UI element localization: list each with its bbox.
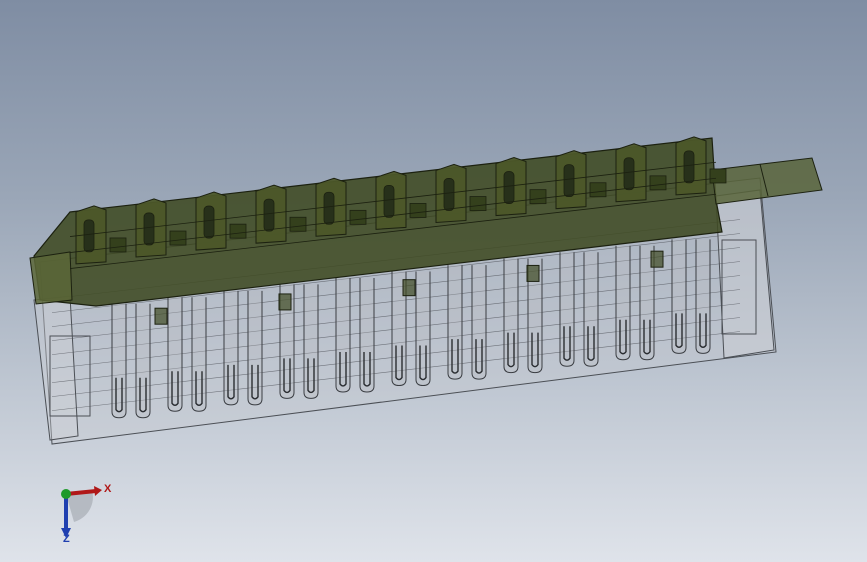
- contact-pin: [471, 265, 487, 380]
- latch-window: [278, 293, 292, 311]
- tooth-gap-block: [589, 182, 607, 198]
- contact-pin: [335, 277, 351, 393]
- x-axis-label: X: [104, 483, 112, 495]
- contact-pin: [415, 271, 431, 387]
- tooth-gap-block: [109, 237, 127, 253]
- left-end-cap: [29, 251, 73, 305]
- contact-pin: [111, 303, 127, 419]
- tooth-gap-block: [709, 168, 727, 184]
- tooth-slot: [203, 205, 215, 239]
- tooth-gap-block: [169, 230, 187, 246]
- y-axis-dot: [61, 489, 71, 499]
- contact-pin: [359, 277, 375, 393]
- tooth-gap-block: [469, 196, 487, 211]
- contact-pin: [615, 245, 631, 361]
- contact-pin: [583, 252, 599, 367]
- tooth-gap-block: [229, 223, 247, 239]
- tooth-gap-block: [349, 209, 367, 225]
- contact-pin: [503, 258, 519, 374]
- tooth-slot: [143, 212, 155, 246]
- contact-pin: [167, 297, 183, 412]
- tooth-slot: [263, 198, 275, 232]
- latch-window: [402, 279, 416, 297]
- x-axis-arrowhead: [94, 486, 102, 496]
- contact-pin: [559, 252, 575, 367]
- tooth-slot: [563, 164, 575, 198]
- tooth-slot: [443, 178, 455, 211]
- right-mounting-tab: [711, 157, 823, 205]
- contact-pin: [247, 290, 263, 406]
- tooth-slot: [623, 157, 635, 191]
- tooth-slot: [503, 171, 515, 204]
- tooth-slot: [83, 219, 95, 253]
- latch-window: [650, 250, 664, 268]
- contact-pin: [671, 239, 687, 354]
- tooth-slot: [683, 150, 695, 184]
- latch-window: [526, 264, 540, 282]
- z-axis-label: Z: [63, 533, 70, 545]
- 3d-model-view[interactable]: [0, 0, 867, 562]
- contact-pin: [447, 265, 463, 380]
- tooth-gap-block: [409, 203, 427, 218]
- latch-window: [154, 307, 168, 325]
- tooth-gap-block: [649, 175, 667, 191]
- right-end-block: [715, 189, 775, 359]
- tooth-gap-block: [529, 189, 547, 205]
- contact-pin: [223, 290, 239, 406]
- coordinate-triad: X Z: [40, 478, 120, 548]
- contact-pin: [191, 297, 207, 412]
- tooth-gap-block: [289, 216, 307, 232]
- contact-pin: [695, 239, 711, 354]
- contact-pin: [135, 303, 151, 419]
- contact-pin: [303, 284, 319, 399]
- tooth-slot: [383, 184, 395, 218]
- graphics-viewport[interactable]: X Z: [0, 0, 867, 562]
- tooth-slot: [323, 191, 335, 225]
